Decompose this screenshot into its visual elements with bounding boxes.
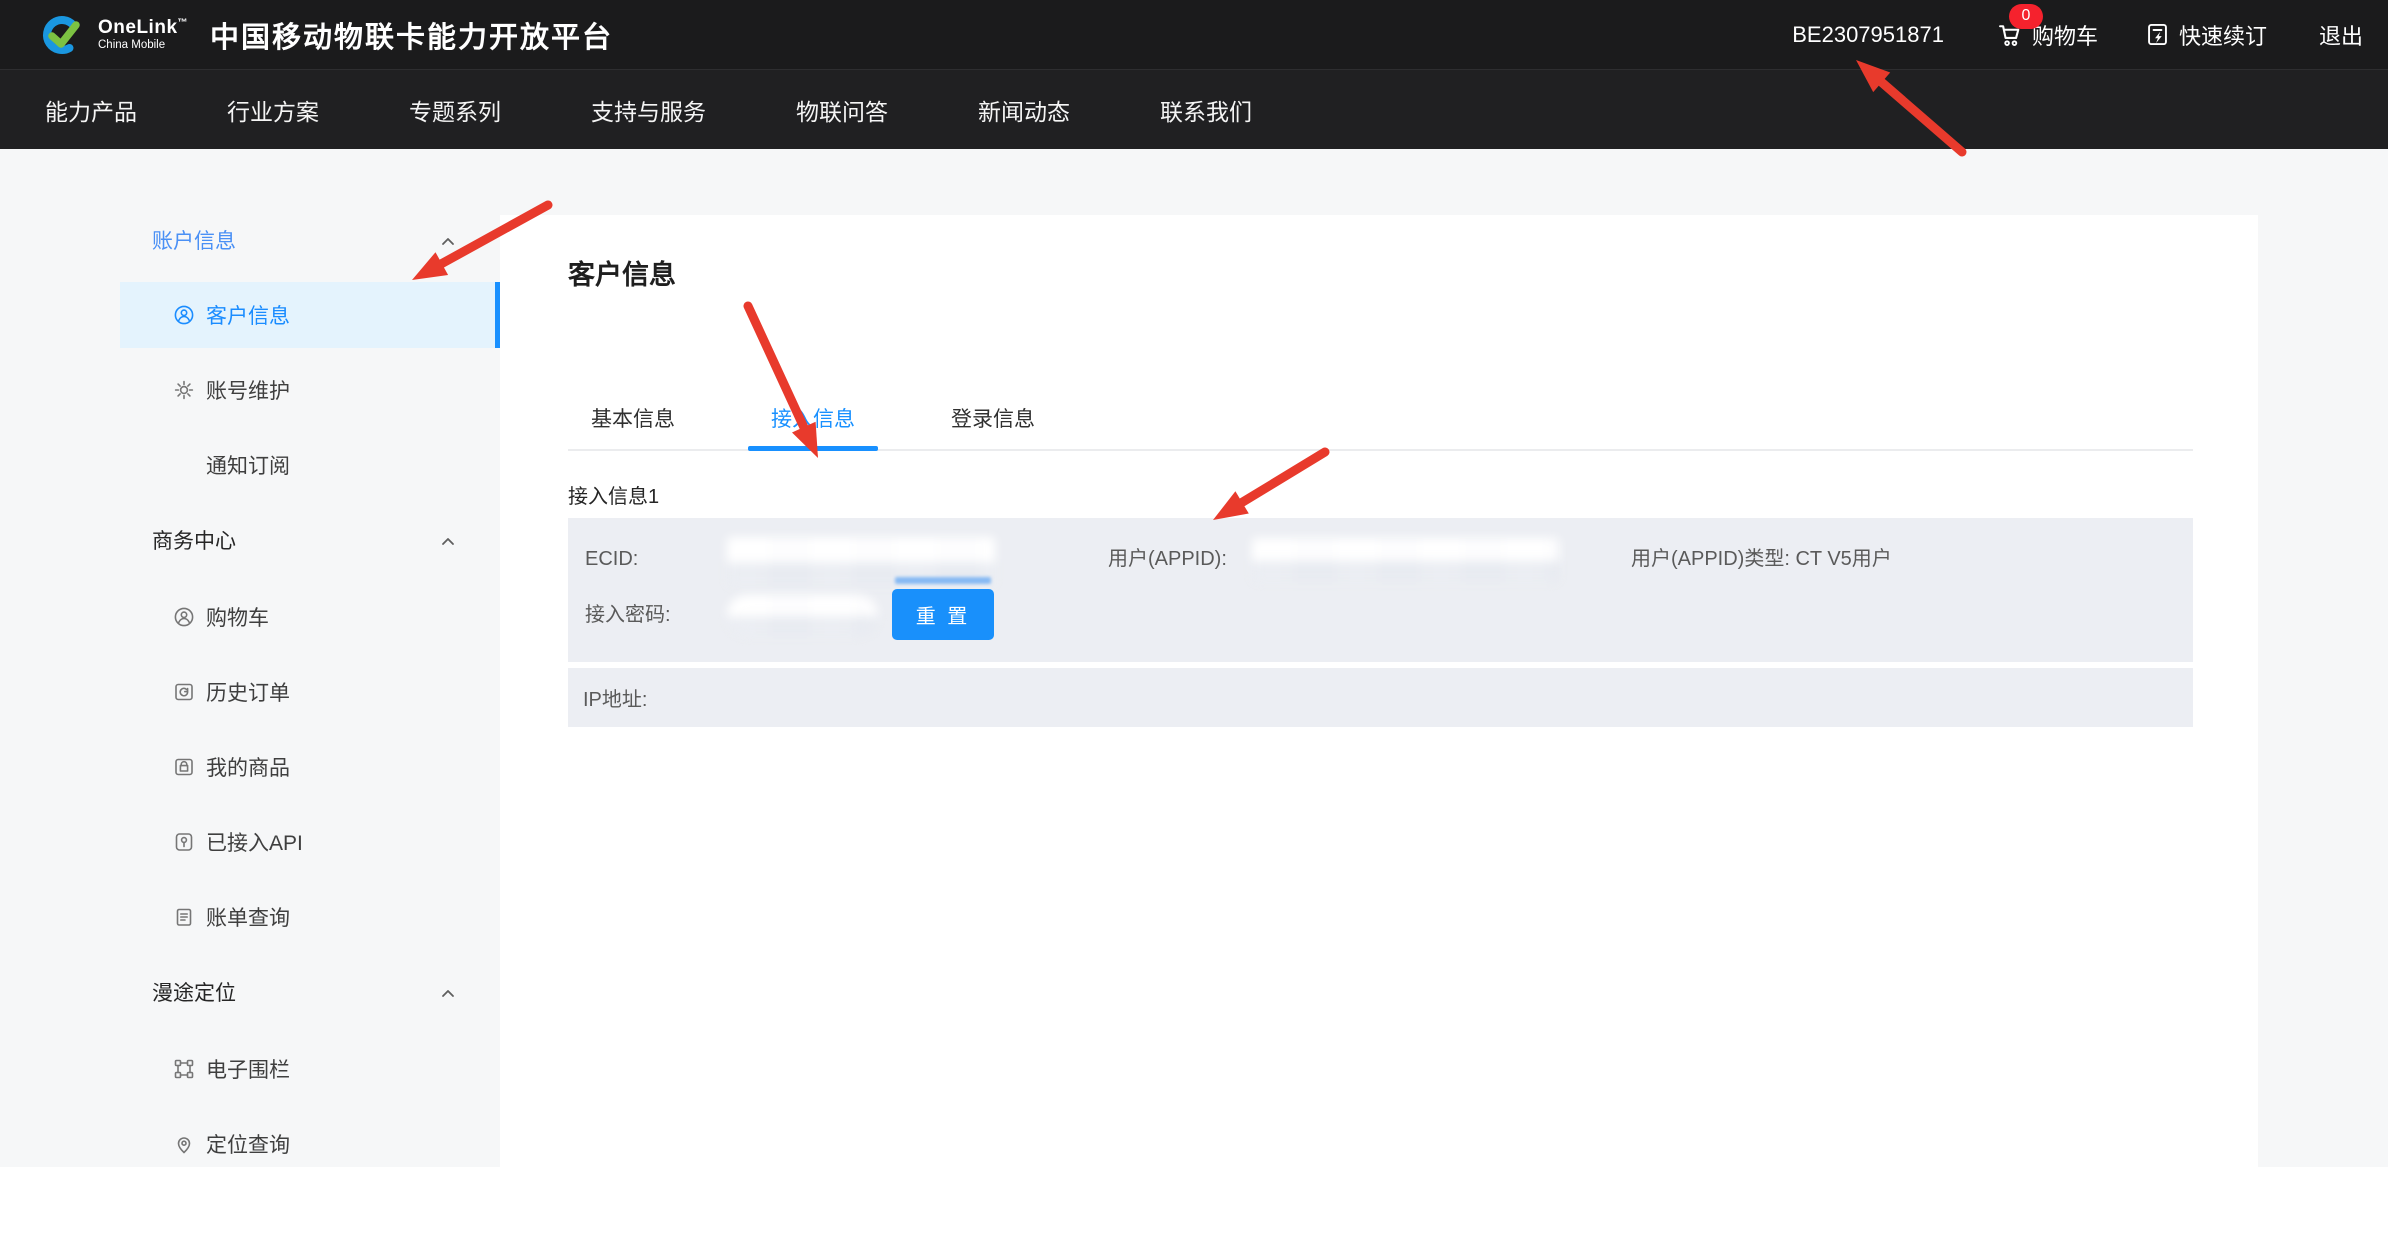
- chevron-up-icon: [441, 528, 455, 552]
- ip-address-label: IP地址:: [583, 683, 647, 712]
- tab-bar: 基本信息 接入信息 登录信息: [568, 408, 2193, 451]
- ecid-label: ECID:: [585, 546, 638, 572]
- appid-type-value: CT V5用户: [1795, 548, 1891, 570]
- bill-icon: [172, 905, 196, 929]
- sidebar-item-customer-info[interactable]: 客户信息: [120, 282, 500, 348]
- nav-item-capability-products[interactable]: 能力产品: [45, 93, 137, 127]
- page-body: 客户信息 基本信息 接入信息 登录信息 接入信息1 ECID: 用户(APPID…: [0, 149, 2388, 1167]
- sidebar-item-label: 定位查询: [206, 1129, 290, 1159]
- app-root: OneLink™ China Mobile 中国移动物联卡能力开放平台 BE23…: [0, 0, 2388, 1236]
- brand-block: OneLink™ China Mobile: [98, 18, 188, 52]
- appid-type-label: 用户(APPID)类型:: [1631, 548, 1790, 570]
- api-pin-icon: [172, 830, 196, 854]
- platform-title: 中国移动物联卡能力开放平台: [210, 14, 613, 56]
- sidebar-item-label: 我的商品: [206, 752, 290, 782]
- sidebar-item-label: 客户信息: [206, 300, 290, 330]
- content-card: 客户信息 基本信息 接入信息 登录信息 接入信息1 ECID: 用户(APPID…: [500, 215, 2258, 1167]
- appid-value-redacted: [1252, 538, 1559, 582]
- sidebar-item-my-products[interactable]: 我的商品: [120, 734, 500, 800]
- sidebar-item-label: 已接入API: [206, 827, 303, 857]
- topbar: OneLink™ China Mobile 中国移动物联卡能力开放平台 BE23…: [0, 0, 2388, 69]
- user-circle-icon: [172, 605, 196, 629]
- sidebar-item-label: 账号维护: [206, 375, 290, 405]
- onelink-logo-icon: [40, 12, 88, 58]
- goods-box-icon: [172, 755, 196, 779]
- cart-badge: 0: [2009, 4, 2043, 29]
- sidebar-item-account-maintenance[interactable]: 账号维护: [120, 357, 500, 423]
- appid-type-field: 用户(APPID)类型: CT V5用户: [1631, 546, 1892, 572]
- logout-button[interactable]: 退出: [2319, 19, 2363, 51]
- nav-item-support-services[interactable]: 支持与服务: [591, 93, 706, 127]
- sidebar-item-notification-subscription[interactable]: 通知订阅: [120, 432, 500, 498]
- topbar-right: BE2307951871 0 购物车 快速续订: [1792, 0, 2363, 69]
- chevron-up-icon: [441, 980, 455, 1004]
- sidebar-section-label: 商务中心: [152, 525, 236, 555]
- onelink-logo[interactable]: OneLink™ China Mobile: [40, 12, 188, 58]
- sidebar-item-order-history[interactable]: 历史订单: [120, 659, 500, 725]
- reset-password-button[interactable]: 重 置: [892, 589, 994, 640]
- ip-address-panel: IP地址:: [568, 668, 2193, 727]
- access-info-section-title: 接入信息1: [568, 483, 659, 511]
- brand-tm: ™: [178, 17, 189, 28]
- nav-item-contact-us[interactable]: 联系我们: [1160, 93, 1252, 127]
- sidebar-item-shopping-cart[interactable]: 购物车: [120, 584, 500, 650]
- sidebar-section-business-center[interactable]: 商务中心: [120, 507, 500, 573]
- chevron-up-icon: [441, 228, 455, 252]
- sidebar-item-electronic-fence[interactable]: 电子围栏: [120, 1036, 500, 1102]
- account-id[interactable]: BE2307951871: [1792, 22, 1944, 48]
- brand-name: OneLink: [98, 17, 178, 38]
- cart-button[interactable]: 0 购物车: [1996, 19, 2098, 51]
- sidebar-item-label: 电子围栏: [206, 1054, 290, 1084]
- nav-item-iot-qa[interactable]: 物联问答: [796, 93, 888, 127]
- sidebar-section-mantu-location[interactable]: 漫途定位: [120, 959, 500, 1025]
- page-title: 客户信息: [568, 258, 676, 292]
- sidebar-item-label: 账单查询: [206, 902, 290, 932]
- history-icon: [172, 680, 196, 704]
- sidebar-item-label: 通知订阅: [206, 450, 290, 480]
- quick-renew-label: 快速续订: [2179, 19, 2267, 51]
- sidebar-item-connected-api[interactable]: 已接入API: [120, 809, 500, 875]
- fence-icon: [172, 1057, 196, 1081]
- access-info-panel: ECID: 用户(APPID): 用户(APPID)类型: CT V5用户 接入…: [568, 518, 2193, 662]
- nav-item-news[interactable]: 新闻动态: [978, 93, 1070, 127]
- user-circle-icon: [172, 303, 196, 327]
- tab-basic-info[interactable]: 基本信息: [568, 408, 698, 449]
- access-password-label: 接入密码:: [585, 602, 671, 628]
- appid-label: 用户(APPID):: [1108, 546, 1227, 572]
- redacted-blue-element: [895, 577, 991, 584]
- sidebar-item-location-query[interactable]: 定位查询: [120, 1111, 500, 1177]
- sidebar-item-label: 历史订单: [206, 677, 290, 707]
- gear-icon: [172, 378, 196, 402]
- tab-login-info[interactable]: 登录信息: [928, 408, 1058, 449]
- sidebar-item-label: 购物车: [206, 602, 269, 632]
- nav-item-industry-solutions[interactable]: 行业方案: [227, 93, 319, 127]
- quick-renew-button[interactable]: 快速续订: [2144, 19, 2267, 51]
- location-pin-icon: [172, 1132, 196, 1156]
- tab-access-info[interactable]: 接入信息: [748, 408, 878, 449]
- cart-label: 购物车: [2032, 19, 2098, 51]
- sidebar-section-label: 账户信息: [152, 225, 236, 255]
- brand-subtitle: China Mobile: [98, 40, 188, 52]
- password-value-redacted: [727, 595, 878, 636]
- sidebar-section-label: 漫途定位: [152, 977, 236, 1007]
- sidebar-section-account-info[interactable]: 账户信息: [120, 207, 500, 273]
- sidebar-item-bill-inquiry[interactable]: 账单查询: [120, 884, 500, 950]
- nav-item-topic-series[interactable]: 专题系列: [409, 93, 501, 127]
- main-nav: 能力产品 行业方案 专题系列 支持与服务 物联问答 新闻动态 联系我们: [0, 69, 2388, 149]
- quick-renew-icon: [2144, 21, 2171, 48]
